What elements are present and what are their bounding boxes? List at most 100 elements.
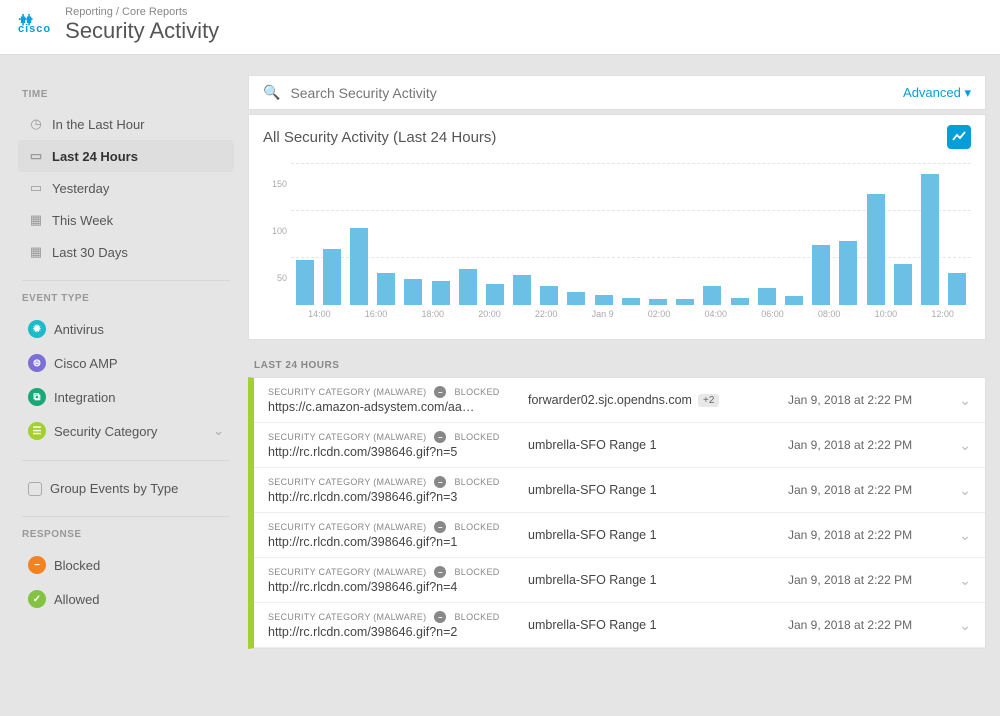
chevron-down-icon[interactable]: ⌄: [959, 617, 971, 634]
chart-bar[interactable]: [595, 295, 613, 305]
filter-cisco-amp[interactable]: ⊜Cisco AMP: [18, 346, 234, 380]
search-input[interactable]: [290, 85, 903, 101]
response-allowed[interactable]: ✓Allowed: [18, 582, 234, 616]
calendar-icon: ▦: [28, 212, 44, 228]
event-category: SECURITY CATEGORY (MALWARE): [268, 612, 426, 622]
chart-bar[interactable]: [459, 269, 477, 305]
chart-bar[interactable]: [758, 288, 776, 305]
event-time: Jan 9, 2018 at 2:22 PM: [788, 483, 948, 497]
event-status: BLOCKED: [454, 387, 499, 397]
event-identity: umbrella-SFO Range 1: [528, 573, 657, 587]
chart-type-button[interactable]: [947, 125, 971, 149]
event-url: https://c.amazon-adsystem.com/aa…: [268, 400, 528, 414]
time-last-24-hours[interactable]: ▭Last 24 Hours: [18, 140, 234, 172]
event-row[interactable]: SECURITY CATEGORY (MALWARE)–BLOCKED https…: [254, 378, 985, 423]
blocked-icon: –: [434, 386, 446, 398]
time-this-week[interactable]: ▦This Week: [18, 204, 234, 236]
event-status: BLOCKED: [454, 477, 499, 487]
chart-bar[interactable]: [622, 298, 640, 306]
event-row[interactable]: SECURITY CATEGORY (MALWARE)–BLOCKEDhttp:…: [254, 423, 985, 468]
response-blocked[interactable]: −Blocked: [18, 548, 234, 582]
time-last-hour[interactable]: ◷In the Last Hour: [18, 108, 234, 140]
chart-bar[interactable]: [676, 299, 694, 305]
chart-bar[interactable]: [323, 249, 341, 305]
cisco-logo: ·ı|ı·ı|ı· cisco: [18, 15, 51, 35]
breadcrumb[interactable]: Reporting / Core Reports: [65, 6, 219, 18]
event-identity: forwarder02.sjc.opendns.com: [528, 393, 692, 407]
chevron-down-icon[interactable]: ⌄: [959, 572, 971, 589]
chart-bar[interactable]: [948, 273, 966, 305]
sidebar-section-time: TIME: [22, 89, 234, 100]
event-row[interactable]: SECURITY CATEGORY (MALWARE)–BLOCKED http:…: [254, 513, 985, 558]
chart-bar[interactable]: [404, 279, 422, 305]
chart-bar[interactable]: [567, 292, 585, 305]
chart-title: All Security Activity (Last 24 Hours): [263, 129, 496, 146]
event-category: SECURITY CATEGORY (MALWARE): [268, 522, 426, 532]
events-panel: SECURITY CATEGORY (MALWARE)–BLOCKEDhttps…: [248, 377, 986, 649]
filter-antivirus[interactable]: ✹Antivirus: [18, 312, 234, 346]
chart-bar[interactable]: [486, 284, 504, 305]
event-time: Jan 9, 2018 at 2:22 PM: [788, 528, 948, 542]
event-category: SECURITY CATEGORY (MALWARE): [268, 387, 426, 397]
chart-bar[interactable]: [649, 299, 667, 305]
chevron-down-icon[interactable]: ⌄: [959, 437, 971, 454]
chart-bar[interactable]: [350, 228, 368, 305]
event-time: Jan 9, 2018 at 2:22 PM: [788, 618, 948, 632]
search-icon: 🔍: [263, 84, 280, 101]
clock-icon: ◷: [28, 116, 44, 132]
chevron-down-icon[interactable]: ⌄: [959, 527, 971, 544]
blocked-icon: –: [434, 476, 446, 488]
chart-bar[interactable]: [785, 296, 803, 305]
chevron-down-icon[interactable]: ⌄: [959, 392, 971, 409]
event-time: Jan 9, 2018 at 2:22 PM: [788, 393, 948, 407]
page-header: ·ı|ı·ı|ı· cisco Reporting / Core Reports…: [0, 0, 1000, 55]
event-identity: umbrella-SFO Range 1: [528, 483, 657, 497]
chevron-down-icon[interactable]: ⌄: [959, 482, 971, 499]
event-row[interactable]: SECURITY CATEGORY (MALWARE)–BLOCKEDhttp:…: [254, 468, 985, 513]
checkbox-icon: [28, 482, 42, 496]
allowed-icon: ✓: [28, 590, 46, 608]
time-yesterday[interactable]: ▭Yesterday: [18, 172, 234, 204]
calendar-icon: ▭: [28, 148, 44, 164]
event-status: BLOCKED: [454, 522, 499, 532]
event-url: http://rc.rlcdn.com/398646.gif?n=3: [268, 490, 528, 504]
advanced-link[interactable]: Advanced ▾: [903, 85, 971, 101]
chart-bar[interactable]: [812, 245, 830, 305]
event-status: BLOCKED: [454, 432, 499, 442]
chart-bar[interactable]: [432, 281, 450, 305]
event-url: http://rc.rlcdn.com/398646.gif?n=1: [268, 535, 528, 549]
chart-panel: All Security Activity (Last 24 Hours) 14…: [248, 114, 986, 340]
time-last-30-days[interactable]: ▦Last 30 Days: [18, 236, 234, 268]
chart-area: 14:0016:0018:0020:0022:00Jan 902:0004:00…: [263, 155, 971, 335]
event-row[interactable]: SECURITY CATEGORY (MALWARE)–BLOCKEDhttp:…: [254, 603, 985, 648]
event-url: http://rc.rlcdn.com/398646.gif?n=4: [268, 580, 528, 594]
event-status: BLOCKED: [454, 567, 499, 577]
blocked-icon: –: [434, 611, 446, 623]
group-events-toggle[interactable]: Group Events by Type: [18, 473, 234, 504]
event-category: SECURITY CATEGORY (MALWARE): [268, 432, 426, 442]
chart-bar[interactable]: [296, 260, 314, 305]
blocked-icon: –: [434, 566, 446, 578]
event-identity: umbrella-SFO Range 1: [528, 438, 657, 452]
chart-bar[interactable]: [513, 275, 531, 305]
filter-security-category[interactable]: ☰Security Category⌄: [18, 414, 234, 448]
chart-bar[interactable]: [731, 298, 749, 306]
chevron-down-icon: ⌄: [213, 423, 224, 439]
identity-count-badge: +2: [698, 394, 719, 407]
chart-bar[interactable]: [839, 241, 857, 305]
blocked-icon: −: [28, 556, 46, 574]
chart-bar[interactable]: [377, 273, 395, 305]
chart-bar[interactable]: [894, 264, 912, 305]
event-url: http://rc.rlcdn.com/398646.gif?n=2: [268, 625, 528, 639]
chart-bar[interactable]: [867, 194, 885, 305]
sidebar-section-response: RESPONSE: [22, 529, 234, 540]
chart-bar[interactable]: [703, 286, 721, 305]
chart-line-icon: [952, 130, 966, 144]
event-row[interactable]: SECURITY CATEGORY (MALWARE)–BLOCKEDhttp:…: [254, 558, 985, 603]
page-title: Security Activity: [65, 18, 219, 44]
chart-bar[interactable]: [921, 174, 939, 305]
filter-integration[interactable]: ⧉Integration: [18, 380, 234, 414]
blocked-icon: –: [434, 521, 446, 533]
chart-bar[interactable]: [540, 286, 558, 305]
code-icon: ⧉: [28, 388, 46, 406]
